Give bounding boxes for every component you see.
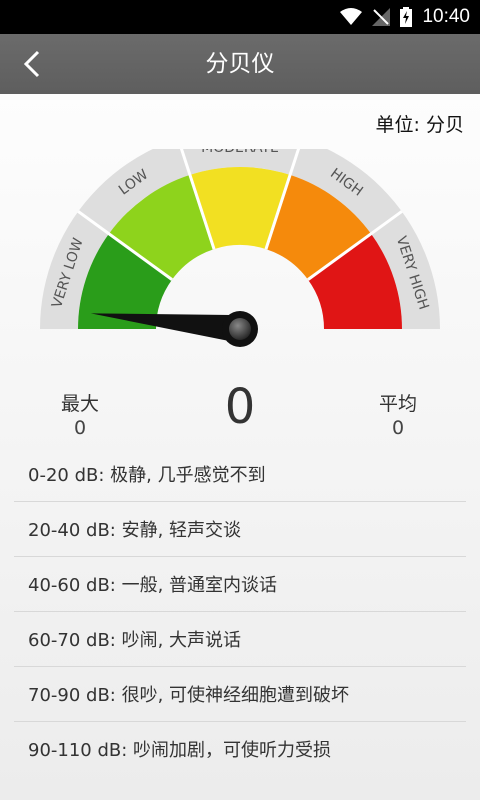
- max-value: 0: [73, 417, 87, 439]
- avg-value: 0: [391, 417, 405, 439]
- list-item: 0-20 dB: 极静, 几乎感觉不到: [14, 447, 466, 502]
- main-content: 单位: 分贝 VERY LOWLOWMODERATEHIGHVERY HIGH …: [0, 94, 480, 800]
- page-title: 分贝仪: [205, 51, 275, 77]
- unit-label: 单位: 分贝: [375, 114, 464, 136]
- no-signal-icon: [372, 8, 391, 26]
- wifi-icon: [340, 8, 363, 25]
- decibel-range-list: 0-20 dB: 极静, 几乎感觉不到 20-40 dB: 安静, 轻声交谈 4…: [14, 447, 466, 776]
- list-item: 90-110 dB: 吵闹加剧，可使听力受损: [28, 740, 332, 761]
- app-bar: 分贝仪: [0, 34, 480, 94]
- list-item: 20-40 dB: 安静, 轻声交谈: [14, 502, 466, 557]
- gauge-label-3: MODERATE: [201, 149, 279, 156]
- list-item: 70-90 dB: 很吵, 可使神经细胞遭到破坏: [14, 667, 466, 722]
- clock: 10:40: [422, 6, 470, 27]
- avg-label: 平均: [378, 393, 417, 415]
- max-label: 最大: [60, 393, 99, 415]
- battery-charging-icon: [400, 7, 413, 27]
- status-bar: 10:40: [0, 0, 480, 34]
- list-item: 40-60 dB: 一般, 普通室内谈话: [14, 557, 466, 612]
- current-db-value: 0: [224, 379, 256, 435]
- list-item: 60-70 dB: 吵闹, 大声说话: [14, 612, 466, 667]
- gauge-pivot-cap: [229, 318, 251, 340]
- decibel-gauge: VERY LOWLOWMODERATEHIGHVERY HIGH: [40, 149, 440, 347]
